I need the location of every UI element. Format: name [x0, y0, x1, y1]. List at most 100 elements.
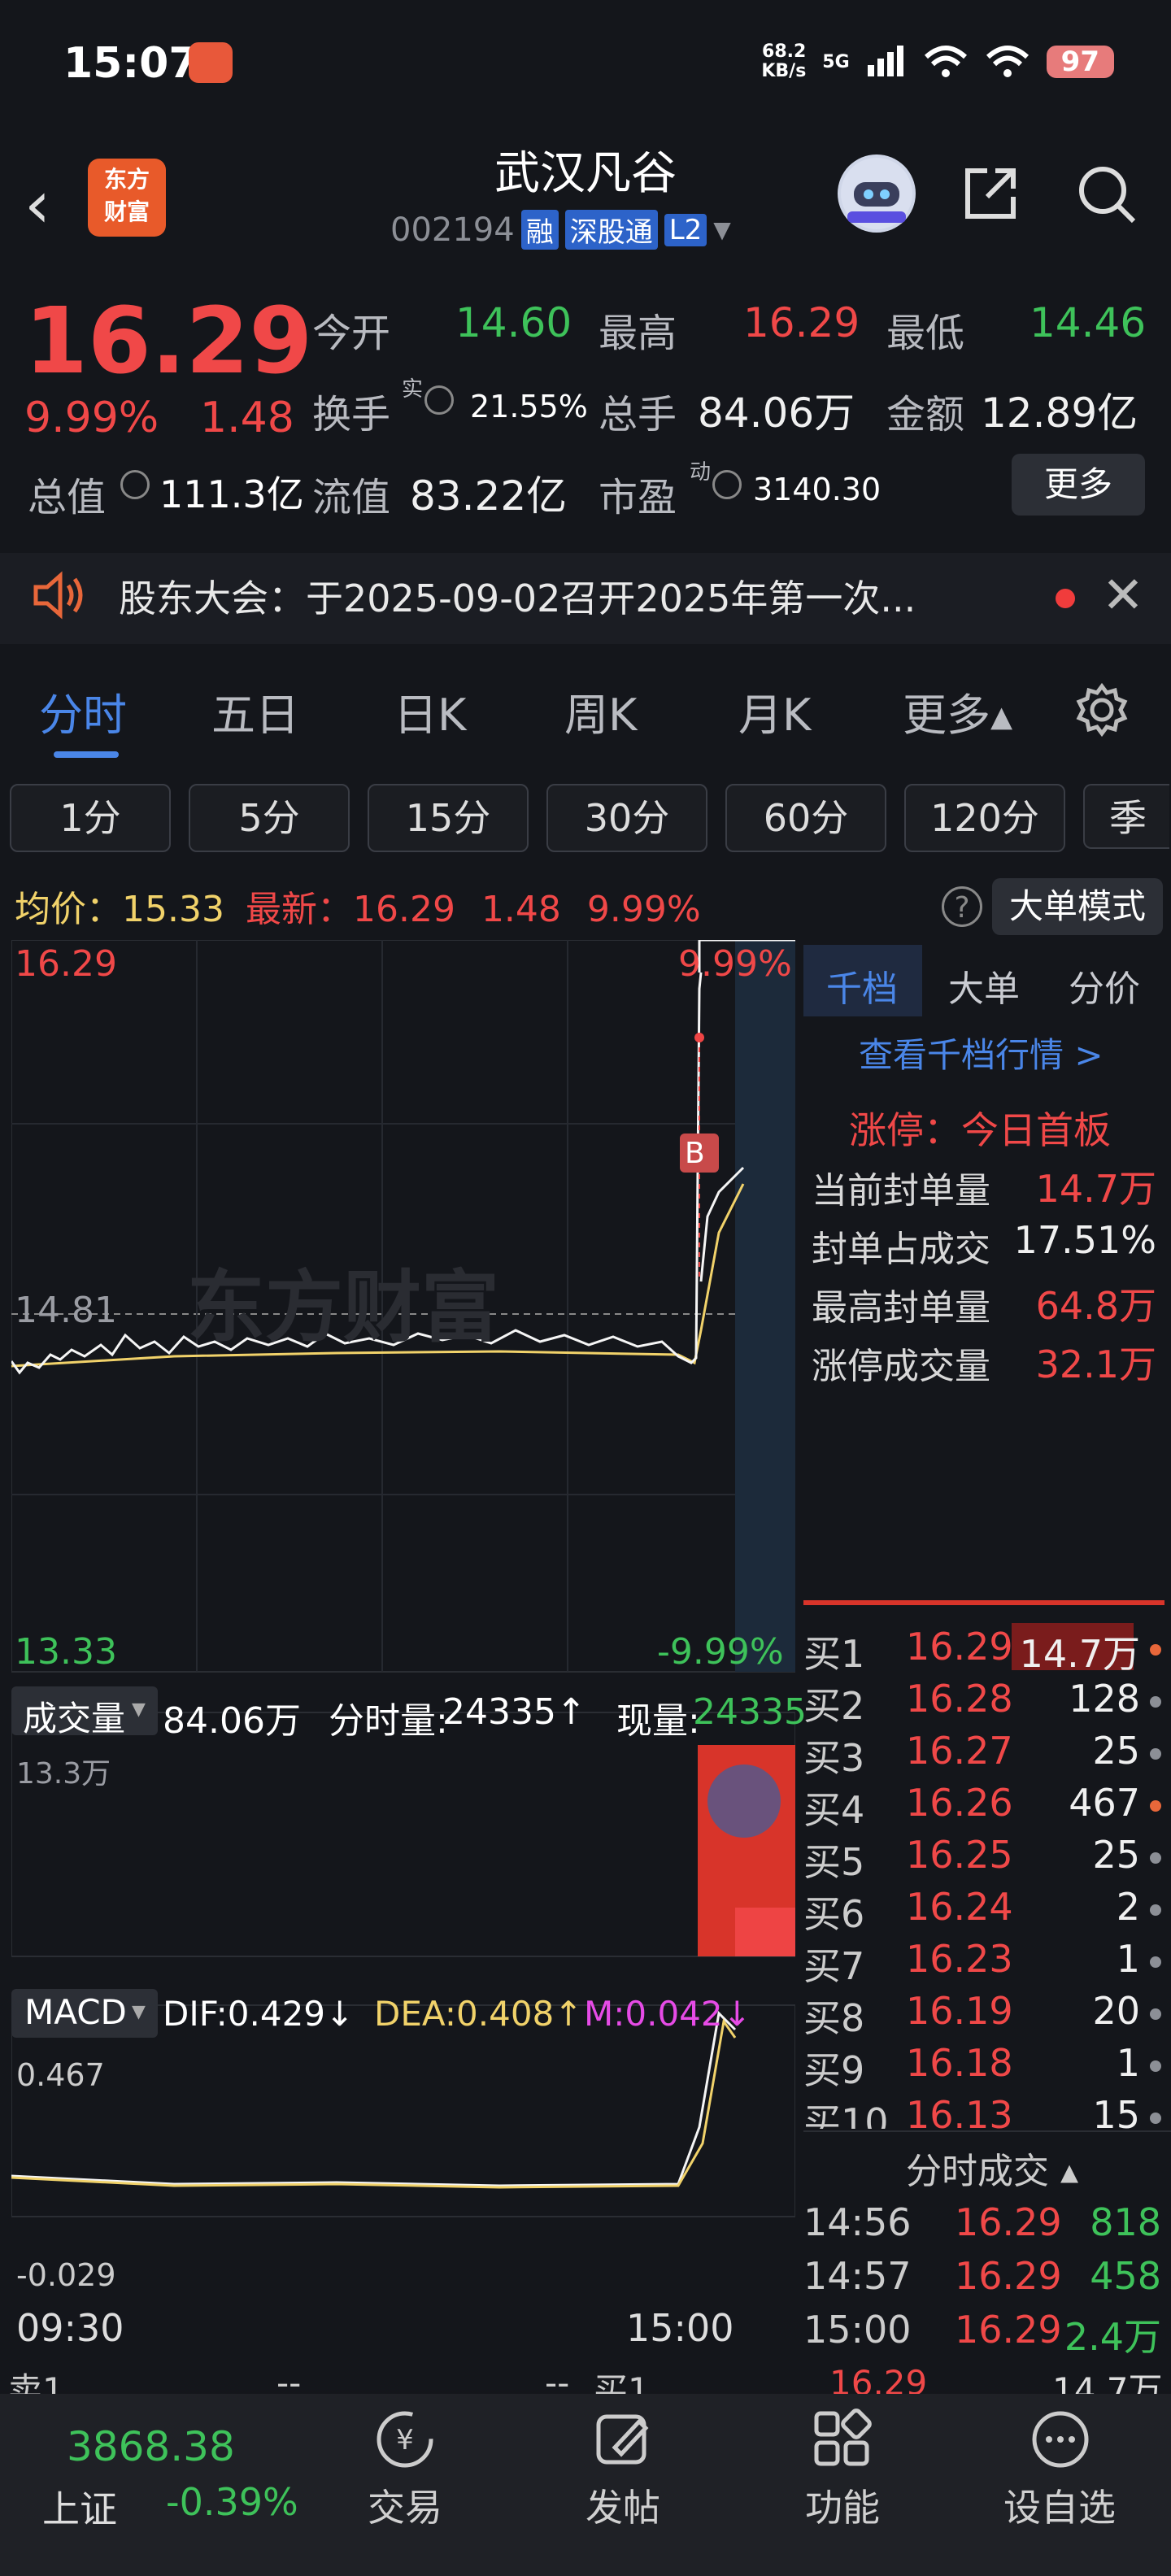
- ticks-header[interactable]: 分时成交 ▴: [906, 2142, 1078, 2194]
- bid-divider: [803, 1600, 1164, 1605]
- dropdown-triangle-icon: ▼: [132, 1699, 146, 1720]
- limit-volume-value: 32.1万: [1035, 1342, 1156, 1386]
- gear-icon[interactable]: [1073, 681, 1130, 738]
- avg-value: 15.33: [122, 889, 224, 930]
- tab-price-distribution[interactable]: 分价: [1069, 959, 1140, 1012]
- signal-icon: 5G: [822, 51, 850, 72]
- info-circle-icon[interactable]: [712, 470, 742, 499]
- pct-top-label: 9.99%: [678, 943, 792, 985]
- current-price: 16.29: [24, 289, 313, 394]
- more-button[interactable]: 更多: [1012, 454, 1145, 516]
- avg-line: 均价：15.33 最新：16.29 1.48 9.99%: [15, 880, 701, 932]
- tab-intraday[interactable]: 分时: [39, 679, 127, 743]
- nav-post[interactable]: 发帖: [586, 2478, 660, 2532]
- assistant-robot-icon[interactable]: [838, 154, 916, 233]
- trade-yuan-icon[interactable]: ¥: [372, 2407, 437, 2472]
- period-60min[interactable]: 60分: [725, 784, 886, 852]
- volume-label[interactable]: 成交量: [23, 1691, 125, 1741]
- max-seal-value: 64.8万: [1035, 1284, 1156, 1328]
- tab-thousand-level[interactable]: 千档: [826, 959, 898, 1012]
- period-1min[interactable]: 1分: [10, 784, 171, 852]
- function-grid-icon[interactable]: [810, 2407, 875, 2472]
- m-value: M:0.042↓: [584, 1994, 751, 2034]
- macd-label[interactable]: MACD: [24, 1992, 127, 2032]
- info-circle-icon[interactable]: [120, 470, 150, 499]
- period-15min[interactable]: 15分: [368, 784, 529, 852]
- svg-text:¥: ¥: [396, 2424, 414, 2456]
- status-right: 68.2 KB/s 5G 97: [761, 42, 1114, 81]
- latest-value: 16.29: [352, 889, 455, 930]
- seal-ratio-label: 封单占成交: [812, 1229, 990, 1270]
- bid-row[interactable]: 买7 16.23 1: [803, 1937, 1161, 1989]
- nav-add-watchlist[interactable]: 设自选: [1003, 2478, 1116, 2532]
- bid-row[interactable]: 买4 16.26 467: [803, 1781, 1161, 1833]
- app-notification-icon: [189, 42, 233, 83]
- tick-row: 15:00 16.29 2.4万: [803, 2308, 1161, 2359]
- tick-row: 14:57 16.29 458: [803, 2254, 1161, 2298]
- tab-active-indicator: [54, 751, 119, 758]
- buy-marker: B: [685, 1137, 705, 1170]
- cell-bars-icon: [867, 46, 903, 76]
- tab-big-order[interactable]: 大单: [948, 959, 1020, 1012]
- tab-monthly-k[interactable]: 月K: [738, 679, 811, 743]
- bid-row[interactable]: 买8 16.19 20: [803, 1989, 1161, 2041]
- index-value[interactable]: 3868.38: [67, 2423, 235, 2470]
- period-30min[interactable]: 30分: [546, 784, 707, 852]
- tab-daily-k[interactable]: 日K: [394, 679, 466, 743]
- bid-row[interactable]: 买6 16.24 2: [803, 1885, 1161, 1937]
- open-label: 今开: [312, 311, 391, 356]
- notice-text[interactable]: 股东大会：于2025-09-02召开2025年第一次...: [119, 569, 916, 623]
- watchlist-more-icon[interactable]: [1028, 2407, 1093, 2472]
- notice-unread-dot: [1056, 589, 1075, 608]
- stock-subline[interactable]: 002194 融 深股通 L2 ▼: [390, 210, 731, 250]
- dif-value: DIF:0.429↓: [163, 1994, 355, 2034]
- bid-row[interactable]: 买5 16.25 25: [803, 1833, 1161, 1885]
- post-edit-icon[interactable]: [590, 2407, 655, 2472]
- share-icon[interactable]: [960, 163, 1021, 224]
- volume-total: 84.06万: [163, 1700, 301, 1742]
- period-120min[interactable]: 120分: [904, 784, 1065, 852]
- ticks-divider: [803, 2130, 1171, 2132]
- tab-weekly-k[interactable]: 周K: [564, 679, 637, 743]
- info-circle-icon[interactable]: [424, 385, 454, 415]
- nav-trade[interactable]: 交易: [368, 2478, 442, 2532]
- close-icon[interactable]: ✕: [1102, 565, 1144, 624]
- bid-row[interactable]: 买1 16.29 14.7万: [803, 1625, 1161, 1677]
- volume-value: 84.06万: [698, 389, 855, 437]
- index-name[interactable]: 上证: [42, 2480, 117, 2534]
- connect-tag: 深股通: [564, 210, 658, 250]
- speaker-icon: [33, 571, 83, 620]
- tab-more[interactable]: 更多▴: [903, 679, 1012, 743]
- amount-label: 金额: [886, 392, 965, 437]
- nav-function[interactable]: 功能: [805, 2478, 880, 2532]
- bid-row[interactable]: 买2 16.28 128: [803, 1677, 1161, 1729]
- period-5min[interactable]: 5分: [189, 784, 350, 852]
- open-value: 14.60: [455, 299, 572, 346]
- limit-volume-label: 涨停成交量: [812, 1346, 990, 1387]
- search-icon[interactable]: [1073, 161, 1138, 226]
- turnover-label: 换手: [312, 392, 391, 437]
- battery-indicator: 97: [1046, 46, 1114, 78]
- max-seal-label: 最高封单量: [812, 1287, 990, 1329]
- time-start-label: 09:30: [16, 2306, 124, 2350]
- big-order-mode-button[interactable]: 大单模式: [992, 878, 1163, 935]
- high-value: 16.29: [743, 299, 860, 346]
- turnover-value: 21.55%: [470, 389, 588, 424]
- view-thousand-link[interactable]: 查看千档行情 >: [859, 1028, 1104, 1077]
- bid-row[interactable]: 买9 16.18 1: [803, 2041, 1161, 2093]
- low-value: 14.46: [1030, 299, 1147, 346]
- index-change[interactable]: -0.39%: [166, 2480, 298, 2524]
- tab-five-day[interactable]: 五日: [211, 679, 299, 743]
- bid-row[interactable]: 买3 16.27 25: [803, 1729, 1161, 1781]
- level-tag: L2: [664, 213, 707, 246]
- period-quarter[interactable]: 季: [1083, 784, 1169, 849]
- bid-row[interactable]: 买10 16.13 15: [803, 2093, 1161, 2129]
- time-end-label: 15:00: [626, 2306, 734, 2350]
- wifi-icon: [924, 46, 967, 77]
- change-value: 1.48: [200, 394, 294, 442]
- macd-top-label: 0.467: [16, 2057, 105, 2093]
- dropdown-triangle-icon: ▼: [713, 216, 731, 243]
- high-label: 最高: [599, 311, 677, 356]
- expand-icon[interactable]: [707, 1764, 781, 1838]
- help-icon[interactable]: ?: [942, 886, 982, 927]
